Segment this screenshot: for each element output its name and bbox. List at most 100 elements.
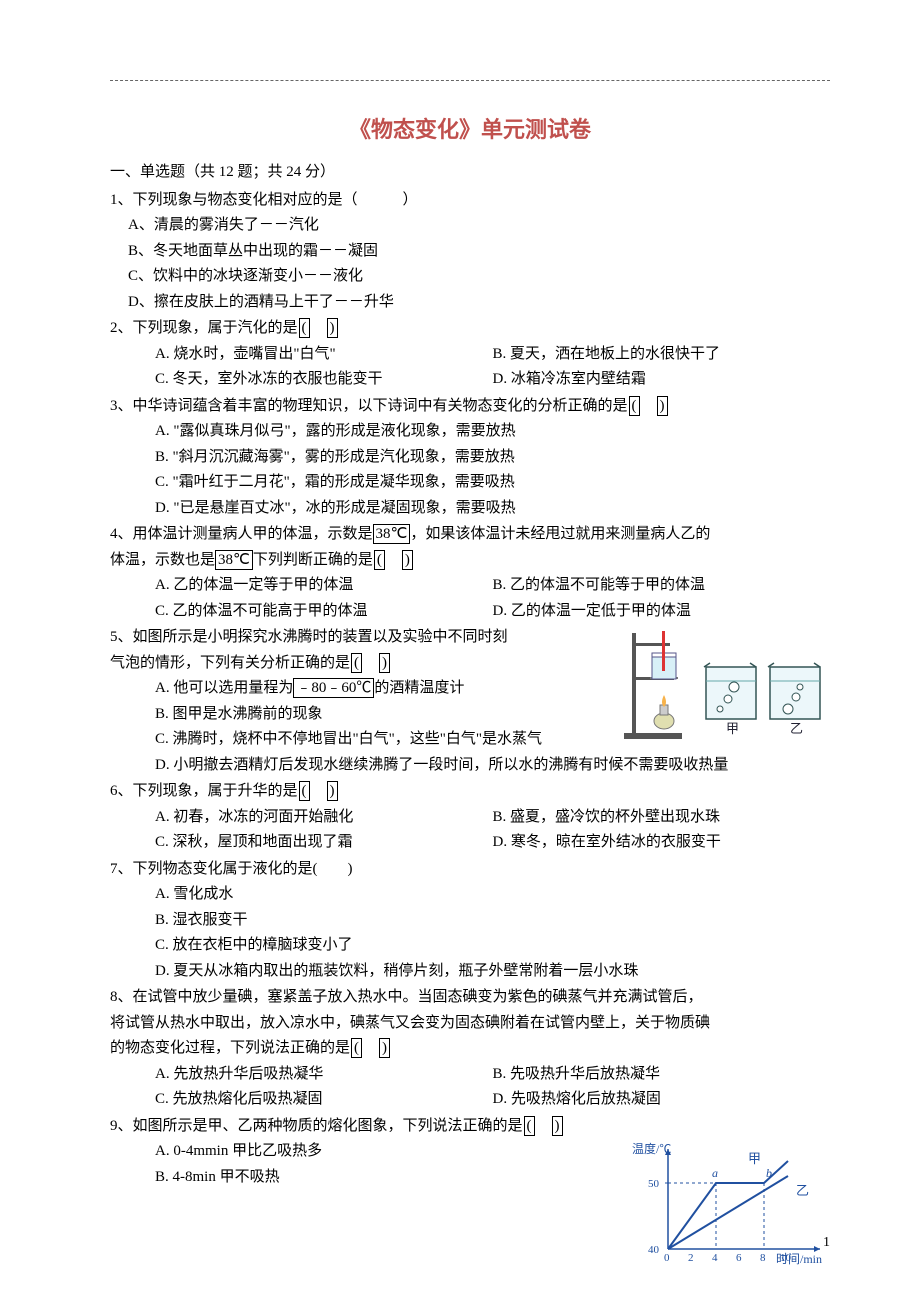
bracket-right-icon: ) [327, 318, 338, 338]
q3-stem-text: 3、中华诗词蕴含着丰富的物理知识，以下诗词中有关物态变化的分析正确的是 [110, 398, 628, 414]
q3-b: B. "斜月沉沉藏海雾"，雾的形成是汽化现象，需要放热 [155, 445, 830, 471]
q3-d: D. "已是悬崖百丈冰"，冰的形成是凝固现象，需要吸热 [155, 496, 830, 522]
q2-a: A. 烧水时，壶嘴冒出"白气" [155, 342, 493, 368]
q8-stem3-text: 的物态变化过程，下列说法正确的是 [110, 1040, 350, 1056]
question-5: 甲 乙 5、如图所示是小明探究水沸腾时的装置以及实验中不同时刻 气泡的情形，下列… [110, 625, 830, 778]
question-9: 9、如图所示是甲、乙两种物质的熔化图象，下列说法正确的是( ) 温度/℃ 时间/… [110, 1114, 830, 1270]
svg-text:8: 8 [760, 1252, 766, 1264]
q4-stem-line2: 体温，示数也是38℃下列判断正确的是( ) [110, 548, 830, 574]
q4-pre1: 4、用体温计测量病人甲的体温，示数是 [110, 526, 373, 542]
q8-stem-line3: 的物态变化过程，下列说法正确的是( ) [110, 1036, 830, 1062]
q3-c: C. "霜叶红于二月花"，霜的形成是凝华现象，需要吸热 [155, 470, 830, 496]
q1-b: B、冬天地面草丛中出现的霜－－凝固 [110, 239, 830, 265]
point-b-label: b [766, 1166, 772, 1180]
q5-a-pre: A. 他可以选用量程为 [155, 680, 293, 696]
q4-d: D. 乙的体温一定低于甲的体温 [493, 599, 831, 625]
q1-a: A、清晨的雾消失了－－汽化 [110, 213, 830, 239]
q7-stem: 7、下列物态变化属于液化的是( ) [110, 857, 830, 883]
q2-stem-text: 2、下列现象，属于汽化的是 [110, 320, 298, 336]
point-a-label: a [712, 1166, 718, 1180]
q5-stem2-text: 气泡的情形，下列有关分析正确的是 [110, 655, 350, 671]
q2-stem: 2、下列现象，属于汽化的是( ) [110, 316, 830, 342]
q2-d: D. 冰箱冷冻室内壁结霜 [493, 367, 831, 393]
q6-stem-text: 6、下列现象，属于升华的是 [110, 783, 298, 799]
q2-b: B. 夏天，洒在地板上的水很快干了 [493, 342, 831, 368]
bracket-right-icon: ) [379, 653, 390, 673]
question-2: 2、下列现象，属于汽化的是( ) A. 烧水时，壶嘴冒出"白气" B. 夏天，洒… [110, 316, 830, 393]
q6-stem: 6、下列现象，属于升华的是( ) [110, 779, 830, 805]
q9-stem-text: 9、如图所示是甲、乙两种物质的熔化图象，下列说法正确的是 [110, 1118, 523, 1134]
q4-mid1: ，如果该体温计未经甩过就用来测量病人乙的 [410, 526, 710, 542]
q2-c: C. 冬天，室外冰冻的衣服也能变干 [155, 367, 493, 393]
q4-a: A. 乙的体温一定等于甲的体温 [155, 573, 493, 599]
q6-d: D. 寒冬，晾在室外结冰的衣服变干 [493, 830, 831, 856]
q7-b: B. 湿衣服变干 [155, 908, 830, 934]
svg-text:40: 40 [648, 1244, 660, 1256]
q4-b: B. 乙的体温不可能等于甲的体温 [493, 573, 831, 599]
fig-jia-label: 甲 [726, 721, 739, 736]
header-dash [110, 80, 830, 81]
bracket-left-icon: ( [374, 550, 385, 570]
fig-yi-label: 乙 [790, 721, 803, 736]
series-yi-label: 乙 [796, 1183, 809, 1198]
svg-text:0: 0 [664, 1252, 670, 1264]
bracket-left-icon: ( [524, 1116, 535, 1136]
temp-box: 38℃ [373, 524, 411, 544]
question-1: 1、下列现象与物态变化相对应的是（ ） A、清晨的雾消失了－－汽化 B、冬天地面… [110, 188, 830, 316]
y-axis-label: 温度/℃ [632, 1141, 671, 1156]
question-3: 3、中华诗词蕴含着丰富的物理知识，以下诗词中有关物态变化的分析正确的是( ) A… [110, 394, 830, 522]
range-box: ﹣80﹣60℃ [293, 678, 374, 698]
q3-a: A. "露似真珠月似弓"，露的形成是液化现象，需要放热 [155, 419, 830, 445]
question-4: 4、用体温计测量病人甲的体温，示数是38℃，如果该体温计未经甩过就用来测量病人乙… [110, 522, 830, 624]
bracket-right-icon: ) [379, 1038, 390, 1058]
q8-stem-line2: 将试管从热水中取出，放入凉水中，碘蒸气又会变为固态碘附着在试管内壁上，关于物质碘 [110, 1011, 830, 1037]
question-6: 6、下列现象，属于升华的是( ) A. 初春，冰冻的河面开始融化 B. 盛夏，盛… [110, 779, 830, 856]
q8-stem-line1: 8、在试管中放少量碘，塞紧盖子放入热水中。当固态碘变为紫色的碘蒸气并充满试管后， [110, 985, 830, 1011]
svg-text:2: 2 [688, 1252, 694, 1264]
series-jia-label: 甲 [748, 1151, 761, 1166]
bracket-right-icon: ) [327, 781, 338, 801]
q4-pre2: 体温，示数也是 [110, 552, 215, 568]
q6-a: A. 初春，冰冻的河面开始融化 [155, 805, 493, 831]
q4-mid2: 下列判断正确的是 [253, 552, 373, 568]
q7-d: D. 夏天从冰箱内取出的瓶装饮料，稍停片刻，瓶子外壁常附着一层小水珠 [155, 959, 830, 985]
svg-text:6: 6 [736, 1252, 742, 1264]
bracket-left-icon: ( [351, 1038, 362, 1058]
q1-d: D、擦在皮肤上的酒精马上干了－－升华 [110, 290, 830, 316]
bracket-left-icon: ( [299, 781, 310, 801]
bracket-right-icon: ) [657, 396, 668, 416]
temp-box: 38℃ [215, 550, 253, 570]
page-title: 《物态变化》单元测试卷 [110, 111, 830, 148]
q1-c: C、饮料中的冰块逐渐变小－－液化 [110, 264, 830, 290]
q8-a: A. 先放热升华后吸热凝华 [155, 1062, 493, 1088]
line-chart-icon: 温度/℃ 时间/min 0 2 4 6 8 10 40 50 [630, 1139, 830, 1269]
q6-b: B. 盛夏，盛冷饮的杯外壁出现水珠 [493, 805, 831, 831]
question-7: 7、下列物态变化属于液化的是( ) A. 雪化成水 B. 湿衣服变干 C. 放在… [110, 857, 830, 985]
bracket-left-icon: ( [629, 396, 640, 416]
apparatus-icon: 甲 乙 [620, 625, 830, 743]
experiment-figure: 甲 乙 [620, 625, 830, 743]
q8-c: C. 先放热熔化后吸热凝固 [155, 1087, 493, 1113]
svg-text:10: 10 [780, 1252, 792, 1264]
q5-d: D. 小明撤去酒精灯后发现水继续沸腾了一段时间，所以水的沸腾有时候不需要吸收热量 [155, 753, 830, 779]
bracket-right-icon: ) [402, 550, 413, 570]
page-number: 1 [823, 1231, 830, 1255]
q8-d: D. 先吸热熔化后放热凝固 [493, 1087, 831, 1113]
q4-c: C. 乙的体温不可能高于甲的体温 [155, 599, 493, 625]
svg-text:50: 50 [648, 1178, 660, 1190]
q4-stem-line1: 4、用体温计测量病人甲的体温，示数是38℃，如果该体温计未经甩过就用来测量病人乙… [110, 522, 830, 548]
bracket-left-icon: ( [351, 653, 362, 673]
q3-stem: 3、中华诗词蕴含着丰富的物理知识，以下诗词中有关物态变化的分析正确的是( ) [110, 394, 830, 420]
melting-chart: 温度/℃ 时间/min 0 2 4 6 8 10 40 50 [630, 1139, 830, 1269]
bracket-left-icon: ( [299, 318, 310, 338]
q5-a-post: 的酒精温度计 [374, 680, 464, 696]
svg-text:4: 4 [712, 1252, 718, 1264]
q8-b: B. 先吸热升华后放热凝华 [493, 1062, 831, 1088]
q1-stem: 1、下列现象与物态变化相对应的是（ ） [110, 188, 830, 214]
q9-stem: 9、如图所示是甲、乙两种物质的熔化图象，下列说法正确的是( ) [110, 1114, 830, 1140]
bracket-right-icon: ) [552, 1116, 563, 1136]
question-8: 8、在试管中放少量碘，塞紧盖子放入热水中。当固态碘变为紫色的碘蒸气并充满试管后，… [110, 985, 830, 1113]
q7-a: A. 雪化成水 [155, 882, 830, 908]
section-1-label: 一、单选题（共 12 题；共 24 分） [110, 160, 830, 186]
q7-c: C. 放在衣柜中的樟脑球变小了 [155, 933, 830, 959]
